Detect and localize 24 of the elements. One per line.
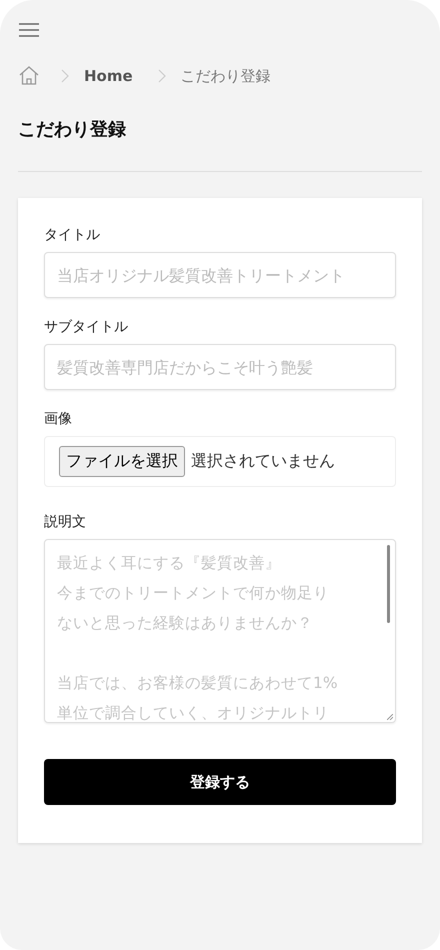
resize-grip-icon[interactable] — [387, 714, 393, 720]
field-label: サブタイトル — [44, 318, 129, 336]
placeholder-line: 当店では、お客様の髪質にあわせて1% — [57, 673, 338, 694]
choose-file-button[interactable]: ファイルを選択 — [59, 446, 185, 477]
scrollbar[interactable] — [387, 545, 390, 623]
chevron-icon — [60, 68, 70, 84]
file-status: 選択されていません — [191, 451, 335, 472]
input-field[interactable]: 髪質改善専門店だからこそ叶う艶髪 — [44, 344, 396, 390]
field-label: 画像 — [44, 410, 73, 428]
input-field[interactable]: 当店オリジナル髪質改善トリートメント — [44, 252, 396, 298]
placeholder-line: 最近よく耳にする『髪質改善』 — [57, 553, 281, 574]
chevron-icon — [156, 68, 167, 84]
field-label: 説明文 — [44, 513, 87, 531]
field-label: タイトル — [44, 226, 101, 244]
placeholder-line: 単位で調合していく、オリジナルトリ — [57, 703, 329, 722]
placeholder-line: 今までのトリートメントで何か物足り — [57, 583, 329, 604]
submit-button[interactable]: 登録する — [44, 759, 396, 805]
home-icon[interactable] — [18, 65, 40, 87]
placeholder-line: ないと思った経験はありませんか？ — [57, 613, 313, 634]
breadcrumb-current: こだわり登録 — [180, 66, 271, 86]
menu-icon[interactable] — [18, 22, 40, 38]
breadcrumb-link[interactable]: Home — [84, 67, 133, 85]
page-title: こだわり登録 — [18, 118, 127, 141]
file-field[interactable]: ファイルを選択 選択されていません — [44, 436, 396, 487]
